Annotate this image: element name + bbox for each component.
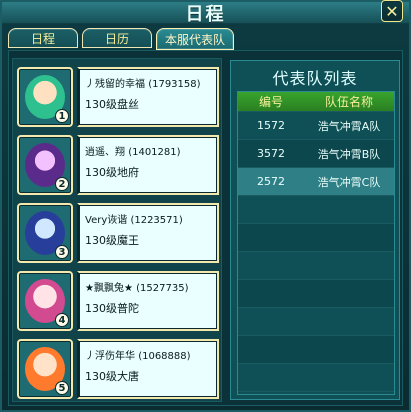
member-info: 丿浮伤年华 (1068888) 130级大唐 xyxy=(77,339,219,399)
member-name-line: Very诙谐 (1223571) xyxy=(85,211,211,226)
member-name-line: 逍遥、翔 (1401281) xyxy=(85,143,211,158)
table-row-empty[interactable] xyxy=(238,252,394,280)
team-member-item[interactable]: 5 丿浮伤年华 (1068888) 130级大唐 xyxy=(17,339,219,399)
team-members-panel: 1 丿残留的幸福 (1793158) 130级盘丝 2 逍遥、翔 (140128… xyxy=(12,58,222,402)
member-name: 丿浮伤年华 xyxy=(85,351,135,362)
header-team-name: 队伍名称 xyxy=(324,95,373,109)
team-number: 2572 xyxy=(257,175,285,188)
window-title: 日程 xyxy=(185,4,226,25)
avatar: 3 xyxy=(17,203,73,263)
member-index-badge: 5 xyxy=(55,381,69,395)
member-name-line: ★飘飘兔★ (1527735) xyxy=(85,279,211,294)
tab-server-team[interactable]: 本服代表队 xyxy=(156,28,235,50)
team-list-table: 编号 队伍名称 1572 浩气冲霄A队 3572 浩气冲霄B队 2572 浩气冲… xyxy=(237,91,395,395)
table-row-empty[interactable] xyxy=(238,308,394,336)
member-detail: 130级地府 xyxy=(85,166,139,179)
window-titlebar: 日程 ✕ xyxy=(2,0,409,25)
member-index-badge: 4 xyxy=(55,313,69,327)
tab-schedule[interactable]: 日程 xyxy=(8,28,78,48)
member-info: 丿残留的幸福 (1793158) 130级盘丝 xyxy=(77,67,219,127)
team-member-item[interactable]: 4 ★飘飘兔★ (1527735) 130级普陀 xyxy=(17,271,219,331)
member-id: (1068888) xyxy=(138,351,191,362)
member-detail: 130级魔王 xyxy=(85,234,139,247)
table-row-empty[interactable] xyxy=(238,224,394,252)
member-name: Very诙谐 xyxy=(85,215,128,226)
member-info: Very诙谐 (1223571) 130级魔王 xyxy=(77,203,219,263)
table-row[interactable]: 3572 浩气冲霄B队 xyxy=(238,140,394,168)
team-list-title: 代表队列表 xyxy=(272,69,358,88)
team-list-header: 编号 队伍名称 xyxy=(238,92,394,112)
close-icon[interactable]: ✕ xyxy=(381,0,403,22)
tab-server-team-label: 本服代表队 xyxy=(165,32,226,47)
member-name: 逍遥、翔 xyxy=(85,147,125,158)
member-detail: 130级大唐 xyxy=(85,370,139,383)
member-id: (1223571) xyxy=(130,215,183,226)
team-list-rows: 1572 浩气冲霄A队 3572 浩气冲霄B队 2572 浩气冲霄C队 xyxy=(238,112,394,396)
member-detail: 130级盘丝 xyxy=(85,98,139,111)
tab-schedule-label: 日程 xyxy=(30,31,55,46)
member-detail: 130级普陀 xyxy=(85,302,139,315)
header-number: 编号 xyxy=(258,95,283,109)
member-info: ★飘飘兔★ (1527735) 130级普陀 xyxy=(77,271,219,331)
table-row[interactable]: 1572 浩气冲霄A队 xyxy=(238,112,394,140)
table-row-empty[interactable] xyxy=(238,280,394,308)
team-member-item[interactable]: 2 逍遥、翔 (1401281) 130级地府 xyxy=(17,135,219,195)
table-row-empty[interactable] xyxy=(238,196,394,224)
member-info: 逍遥、翔 (1401281) 130级地府 xyxy=(77,135,219,195)
avatar: 5 xyxy=(17,339,73,399)
table-row-empty[interactable] xyxy=(238,364,394,392)
tab-calendar-label: 日历 xyxy=(104,31,129,46)
table-row-selected[interactable]: 2572 浩气冲霄C队 xyxy=(238,168,394,196)
tab-calendar[interactable]: 日历 xyxy=(82,28,152,48)
team-number: 1572 xyxy=(257,119,285,132)
member-id: (1793158) xyxy=(148,79,201,90)
team-name: 浩气冲霄A队 xyxy=(317,119,381,133)
member-name: 丿残留的幸福 xyxy=(85,79,145,90)
member-index-badge: 2 xyxy=(55,177,69,191)
avatar: 4 xyxy=(17,271,73,331)
team-member-item[interactable]: 3 Very诙谐 (1223571) 130级魔王 xyxy=(17,203,219,263)
member-index-badge: 1 xyxy=(55,109,69,123)
member-id: (1401281) xyxy=(128,147,181,158)
member-name-line: 丿残留的幸福 (1793158) xyxy=(85,75,211,90)
member-id: (1527735) xyxy=(136,283,189,294)
avatar: 1 xyxy=(17,67,73,127)
tabs: 日程 日历 本服代表队 xyxy=(8,28,235,50)
member-name: ★飘飘兔★ xyxy=(85,283,133,294)
member-index-badge: 3 xyxy=(55,245,69,259)
team-number: 3572 xyxy=(257,147,285,160)
schedule-window: 日程 ✕ 日程 日历 本服代表队 1 丿残留的幸福 (1793158) 130级… xyxy=(0,0,411,412)
table-row-empty[interactable] xyxy=(238,336,394,364)
member-name-line: 丿浮伤年华 (1068888) xyxy=(85,347,211,362)
team-list-panel: 代表队列表 编号 队伍名称 1572 浩气冲霄A队 3572 浩气冲霄B队 25… xyxy=(230,60,400,400)
avatar: 2 xyxy=(17,135,73,195)
team-name: 浩气冲霄C队 xyxy=(317,175,381,189)
team-name: 浩气冲霄B队 xyxy=(317,147,381,161)
team-member-item[interactable]: 1 丿残留的幸福 (1793158) 130级盘丝 xyxy=(17,67,219,127)
